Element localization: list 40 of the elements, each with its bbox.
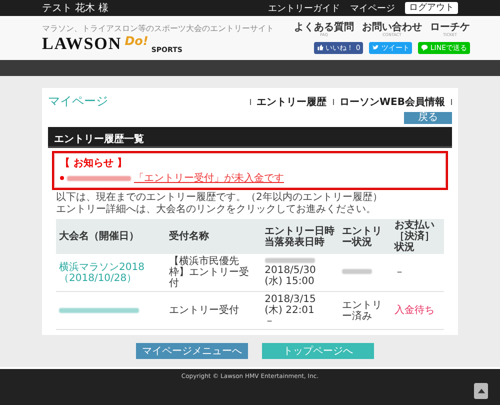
- table-cell-text: 2018/3/15 (木) 22:01: [264, 294, 317, 316]
- page-nav-link[interactable]: エントリー履歴: [256, 94, 327, 108]
- notice-link[interactable]: 「エントリー受付」が未入金です: [134, 171, 284, 185]
- column-header: 大会名（開催日）: [59, 231, 140, 242]
- payment-status: 入金待ち: [394, 305, 435, 316]
- logout-button[interactable]: ログアウト: [405, 2, 458, 14]
- user-name: テスト 花木 様: [42, 2, 108, 15]
- table-cell: 【横浜市民優先枠】エントリー受付: [169, 256, 249, 289]
- notice-heading: 【 お知らせ 】: [60, 156, 128, 170]
- section-header: エントリー履歴一覧: [48, 127, 452, 148]
- payment-status: －: [394, 267, 405, 278]
- up-arrow-icon: [476, 386, 486, 396]
- bird-icon: [372, 44, 380, 52]
- nav-button[interactable]: マイページメニューへ: [136, 343, 248, 359]
- thumbs-up-icon: [316, 44, 324, 52]
- back-button[interactable]: 戻る: [404, 112, 452, 124]
- redacted-text: [264, 258, 315, 263]
- column-header: 当落発表日時: [264, 236, 326, 248]
- page-title: マイページ: [48, 93, 108, 110]
- site-tagline: マラソン、トライアスロン等のスポーツ大会のエントリーサイト: [42, 22, 274, 34]
- description-text: エントリー詳細へは、大会名のリンクをクリックしてお進みください。: [56, 204, 377, 215]
- redacted-text: [67, 176, 131, 180]
- column-header: エントリー状況: [342, 226, 384, 248]
- nav-link[interactable]: エントリーガイド: [268, 2, 340, 14]
- page-top-button[interactable]: [474, 383, 488, 399]
- column-header: お支払い［決済］状況: [394, 220, 436, 253]
- description-text: 以下は、現在までのエントリー履歴です。（2年以内のエントリー履歴）: [56, 192, 384, 204]
- column-header: 受付名称: [169, 231, 210, 242]
- page-nav-link[interactable]: ローソンWEB会員情報: [340, 94, 445, 108]
- nav-link[interactable]: マイページ: [350, 2, 395, 14]
- redacted-text: [342, 269, 372, 274]
- column-header: エントリー日時: [264, 226, 336, 236]
- table-cell: エントリー済み: [342, 300, 382, 322]
- logo-accent: Do!: [124, 34, 148, 48]
- chat-bubble-icon: [421, 44, 428, 52]
- bullet-icon: [60, 176, 64, 180]
- table-cell: エントリー受付: [169, 305, 239, 316]
- logo-text[interactable]: LAWSON: [42, 34, 122, 54]
- table-cell-text: －: [264, 316, 276, 327]
- table-cell-text: 2018/5/30 (水) 15:00: [264, 265, 317, 287]
